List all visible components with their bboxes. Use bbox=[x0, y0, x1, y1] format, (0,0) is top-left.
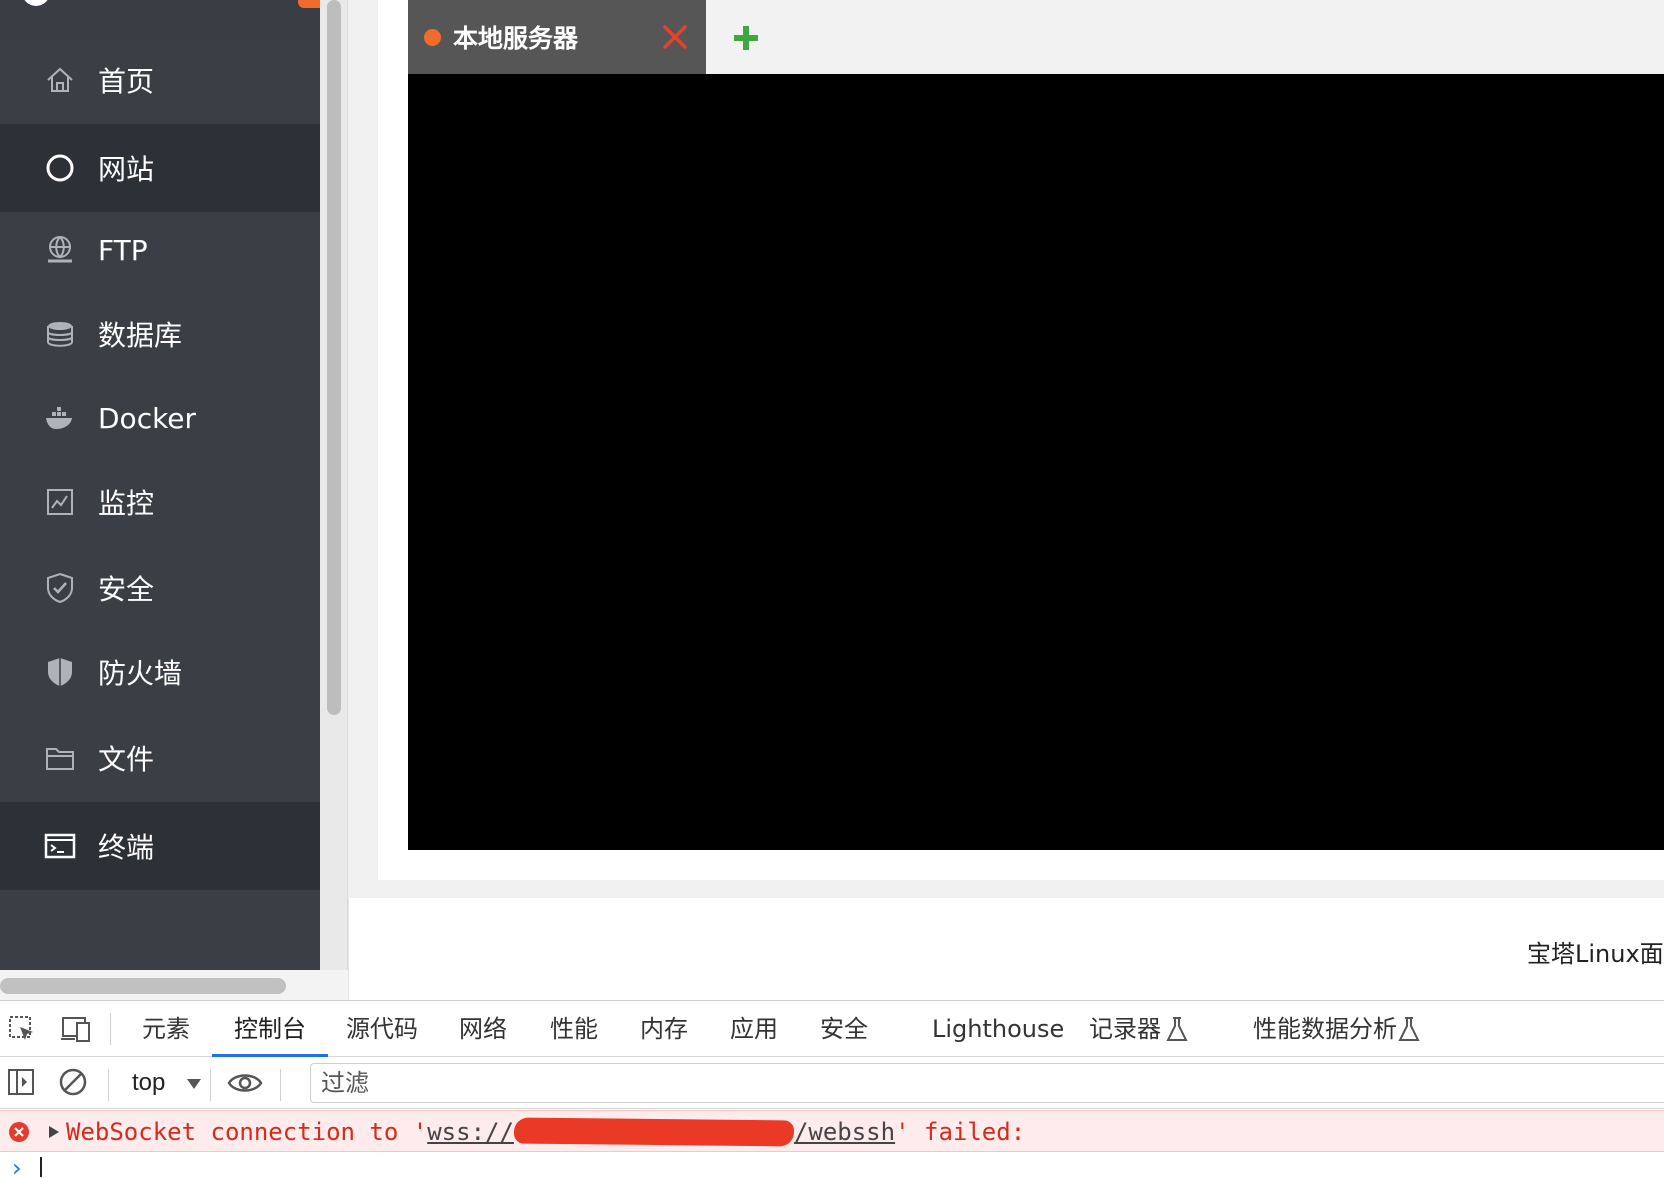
sidebar-item-label: 文件 bbox=[98, 743, 155, 776]
chevron-down-icon[interactable] bbox=[186, 1077, 202, 1095]
tab-security[interactable]: 安全 bbox=[820, 1001, 868, 1057]
text-cursor bbox=[40, 1157, 42, 1177]
sidebar-item-monitor[interactable]: 监控 bbox=[0, 458, 320, 546]
globe-circle-icon bbox=[44, 152, 76, 184]
tab-network[interactable]: 网络 bbox=[459, 1001, 507, 1057]
sidebar-item-label: 网站 bbox=[98, 153, 155, 186]
logo[interactable] bbox=[22, 0, 50, 6]
error-prefix: WebSocket connection to ' bbox=[66, 1118, 428, 1146]
experimental-flask-icon bbox=[1396, 1015, 1422, 1048]
devtools-panel: 元素 控制台 源代码 网络 性能 内存 应用 安全 Lighthouse 记录器… bbox=[0, 1000, 1664, 1178]
ftp-globe-icon bbox=[44, 234, 76, 266]
toolbar-divider bbox=[110, 1013, 111, 1045]
plus-icon[interactable] bbox=[730, 22, 762, 54]
home-icon bbox=[44, 64, 76, 96]
tab-local-server[interactable]: 本地服务器 bbox=[408, 0, 706, 74]
console-prompt[interactable]: › bbox=[0, 1152, 1664, 1178]
sidebar-hscroll-thumb[interactable] bbox=[0, 978, 286, 994]
tab-application[interactable]: 应用 bbox=[730, 1001, 778, 1057]
error-url-start: wss:// bbox=[427, 1118, 514, 1146]
experimental-flask-icon bbox=[1164, 1015, 1190, 1048]
sidebar-item-label: 监控 bbox=[98, 487, 155, 520]
filter-input[interactable] bbox=[310, 1063, 1664, 1103]
app-window: 首页 网站 FTP 数据库 Docker 监控 安全 防火墙 文件 终端 本地服… bbox=[0, 0, 1664, 1178]
sidebar-item-label: FTP bbox=[98, 233, 148, 267]
error-url-link[interactable]: wss:// /webssh bbox=[427, 1117, 896, 1147]
sidebar-header bbox=[0, 0, 320, 40]
console-error-message: WebSocket connection to 'wss:// /webssh' … bbox=[0, 1110, 1664, 1152]
sidebar-horizontal-scrollbar[interactable] bbox=[0, 970, 348, 1000]
sidebar-item-website[interactable]: 网站 bbox=[0, 124, 320, 212]
sidebar-item-label: 首页 bbox=[98, 65, 155, 98]
folder-icon bbox=[44, 742, 76, 774]
redaction-mark bbox=[513, 1117, 795, 1147]
tab-sources[interactable]: 源代码 bbox=[346, 1001, 418, 1057]
sidebar-item-files[interactable]: 文件 bbox=[0, 714, 320, 802]
tab-elements[interactable]: 元素 bbox=[142, 1001, 190, 1057]
sidebar-item-home[interactable]: 首页 bbox=[0, 36, 320, 124]
sidebar-scroll-thumb[interactable] bbox=[327, 0, 341, 715]
firewall-shield-icon bbox=[44, 656, 76, 688]
tab-performance[interactable]: 性能 bbox=[550, 1001, 598, 1057]
database-icon bbox=[44, 318, 76, 350]
connection-status-dot bbox=[424, 28, 441, 46]
footer-text: 宝塔Linux面板 bbox=[1527, 940, 1664, 968]
inspect-element-icon[interactable] bbox=[8, 1015, 36, 1048]
terminal-icon bbox=[44, 830, 76, 862]
error-icon bbox=[8, 1121, 30, 1148]
sidebar-item-docker[interactable]: Docker bbox=[0, 374, 320, 462]
eye-icon[interactable] bbox=[226, 1069, 264, 1102]
devtools-tab-bar: 元素 控制台 源代码 网络 性能 内存 应用 安全 Lighthouse 记录器… bbox=[0, 1001, 1664, 1057]
close-icon[interactable] bbox=[660, 22, 690, 52]
sidebar-item-label: 安全 bbox=[98, 573, 155, 606]
toolbar-divider bbox=[108, 1069, 109, 1101]
terminal-tab-bar: 本地服务器 bbox=[408, 0, 1664, 74]
tab-memory[interactable]: 内存 bbox=[640, 1001, 688, 1057]
shield-check-icon bbox=[44, 572, 76, 604]
toolbar-divider bbox=[210, 1069, 211, 1101]
sidebar-item-firewall[interactable]: 防火墙 bbox=[0, 628, 320, 716]
clear-console-icon[interactable] bbox=[58, 1067, 88, 1102]
expand-triangle-icon[interactable] bbox=[48, 1125, 60, 1144]
docker-icon bbox=[44, 402, 76, 434]
sidebar-vertical-scrollbar[interactable] bbox=[320, 0, 348, 970]
sidebar-item-label: Docker bbox=[98, 401, 197, 435]
terminal-screen[interactable] bbox=[408, 74, 1664, 850]
sidebar-item-ftp[interactable]: FTP bbox=[0, 206, 320, 294]
main-content: 本地服务器 宝塔Linux面板 bbox=[348, 0, 1664, 1000]
console-toolbar: top bbox=[0, 1057, 1664, 1109]
footer: 宝塔Linux面板 bbox=[348, 898, 1664, 1000]
sidebar-toggle-icon[interactable] bbox=[6, 1067, 36, 1102]
sidebar-item-security[interactable]: 安全 bbox=[0, 544, 320, 632]
sidebar: 首页 网站 FTP 数据库 Docker 监控 安全 防火墙 文件 终端 bbox=[0, 0, 320, 970]
tab-console[interactable]: 控制台 bbox=[212, 1001, 328, 1057]
sidebar-item-label: 终端 bbox=[98, 831, 155, 864]
tab-recorder[interactable]: 记录器 bbox=[1089, 1001, 1161, 1057]
notification-badge[interactable] bbox=[298, 0, 320, 8]
error-text[interactable]: WebSocket connection to 'wss:// /webssh' … bbox=[66, 1111, 1025, 1153]
monitor-chart-icon bbox=[44, 486, 76, 518]
device-toolbar-icon[interactable] bbox=[60, 1015, 92, 1048]
sidebar-item-label: 防火墙 bbox=[98, 657, 183, 690]
sidebar-item-label: 数据库 bbox=[98, 319, 183, 352]
sidebar-item-terminal[interactable]: 终端 bbox=[0, 802, 320, 890]
prompt-chevron-icon: › bbox=[12, 1154, 22, 1178]
error-url-end: /webssh bbox=[793, 1118, 896, 1146]
tab-lighthouse[interactable]: Lighthouse bbox=[932, 1001, 1064, 1057]
context-selector[interactable]: top bbox=[132, 1057, 165, 1109]
toolbar-divider bbox=[280, 1069, 281, 1101]
tab-performance-insights[interactable]: 性能数据分析 bbox=[1253, 1001, 1397, 1057]
sidebar-item-database[interactable]: 数据库 bbox=[0, 290, 320, 378]
tab-label: 本地服务器 bbox=[453, 24, 579, 53]
error-suffix: ' failed: bbox=[895, 1118, 1026, 1146]
